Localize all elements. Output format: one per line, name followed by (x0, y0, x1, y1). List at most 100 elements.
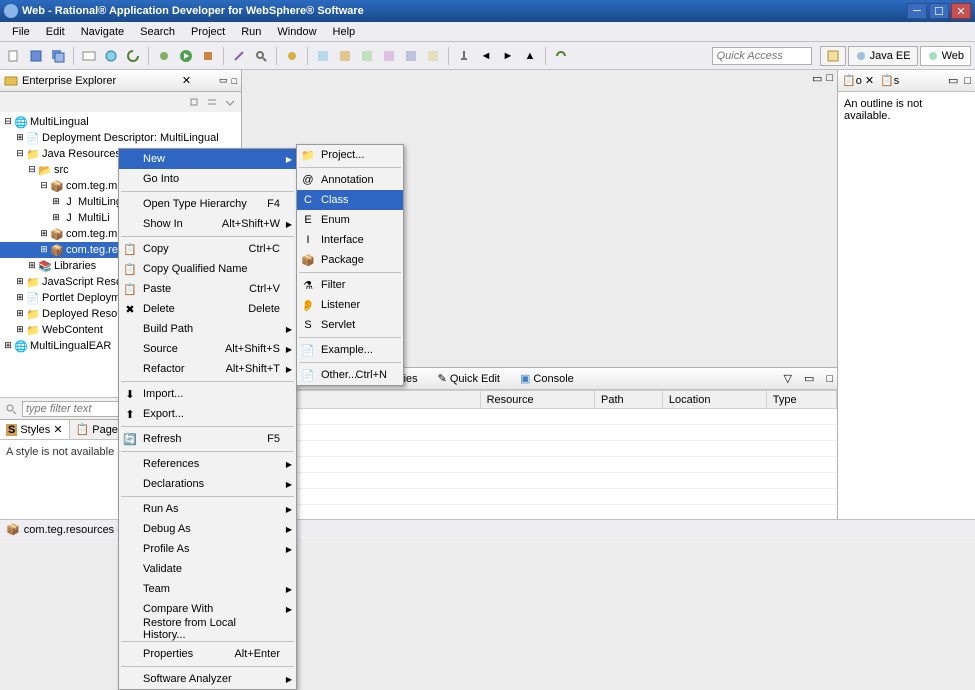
pin-icon[interactable] (454, 46, 474, 66)
maximize-view-icon[interactable]: □ (826, 373, 833, 385)
table-row[interactable] (243, 409, 837, 425)
tool-d-icon[interactable] (357, 46, 377, 66)
tree-deployment-descriptor[interactable]: ⊞📄Deployment Descriptor: MultiLingual (0, 130, 241, 146)
ctx-software-analyzer[interactable]: Software Analyzer▶ (119, 669, 296, 689)
collapse-all-icon[interactable] (205, 95, 219, 109)
close-button[interactable]: ✕ (951, 3, 971, 19)
ctx-compare-with[interactable]: Compare With▶ (119, 599, 296, 619)
twisty-icon[interactable]: ⊞ (2, 341, 14, 351)
tool-f-icon[interactable] (401, 46, 421, 66)
ctx-restore-history[interactable]: Restore from Local History... (119, 619, 296, 639)
tab-styles[interactable]: SStyles✕ (0, 420, 70, 439)
twisty-icon[interactable]: ⊟ (38, 181, 50, 191)
ctx-refactor[interactable]: RefactorAlt+Shift+T▶ (119, 359, 296, 379)
tab-snippets[interactable]: 📋s (880, 74, 899, 87)
ctx-profile-as[interactable]: Profile As▶ (119, 539, 296, 559)
table-row[interactable] (243, 441, 837, 457)
twisty-icon[interactable]: ⊞ (14, 309, 26, 319)
ctx-copy[interactable]: 📋CopyCtrl+C (119, 239, 296, 259)
menu-edit[interactable]: Edit (38, 24, 73, 40)
view-max-icon[interactable]: □ (232, 76, 237, 86)
ctx-debug-as[interactable]: Debug As▶ (119, 519, 296, 539)
ctx-properties[interactable]: PropertiesAlt+Enter (119, 644, 296, 664)
ctx-refresh[interactable]: 🔄RefreshF5 (119, 429, 296, 449)
col-location[interactable]: Location (662, 391, 766, 409)
enterprise-explorer-tab[interactable]: Enterprise Explorer ✕ ▭ □ (0, 70, 241, 92)
new-icon[interactable] (4, 46, 24, 66)
twisty-icon[interactable]: ⊟ (26, 165, 38, 175)
ctx-run-as[interactable]: Run As▶ (119, 499, 296, 519)
new-other[interactable]: 📄Other...Ctrl+N (297, 365, 403, 385)
ctx-validate[interactable]: Validate (119, 559, 296, 579)
nav-fwd-icon[interactable]: ► (498, 46, 518, 66)
ctx-export[interactable]: ⬆Export... (119, 404, 296, 424)
explorer-close-icon[interactable]: ✕ (182, 74, 191, 87)
ctx-build-path[interactable]: Build Path▶ (119, 319, 296, 339)
run-icon[interactable] (176, 46, 196, 66)
ctx-open-type-hierarchy[interactable]: Open Type HierarchyF4 (119, 194, 296, 214)
new-example[interactable]: 📄Example... (297, 340, 403, 360)
console-icon[interactable] (79, 46, 99, 66)
ctx-show-in[interactable]: Show InAlt+Shift+W▶ (119, 214, 296, 234)
perspective-web[interactable]: Web (920, 46, 971, 66)
twisty-icon[interactable]: ⊞ (14, 277, 26, 287)
twisty-icon[interactable]: ⊞ (14, 293, 26, 303)
ctx-delete[interactable]: ✖DeleteDelete (119, 299, 296, 319)
ctx-references[interactable]: References▶ (119, 454, 296, 474)
tab-outline[interactable]: 📋o ✕ (842, 74, 874, 87)
search-icon[interactable] (251, 46, 271, 66)
table-row[interactable] (243, 457, 837, 473)
menu-project[interactable]: Project (183, 24, 233, 40)
twisty-icon[interactable]: ⊞ (14, 133, 26, 143)
tool-c-icon[interactable] (335, 46, 355, 66)
nav-up-icon[interactable]: ▲ (520, 46, 540, 66)
twisty-icon[interactable]: ⊞ (50, 213, 62, 223)
twisty-icon[interactable]: ⊞ (26, 261, 38, 271)
maximize-button[interactable]: ☐ (929, 3, 949, 19)
open-perspective-button[interactable] (820, 46, 846, 66)
table-row[interactable] (243, 425, 837, 441)
new-annotation[interactable]: @Annotation (297, 170, 403, 190)
table-row[interactable] (243, 489, 837, 505)
ctx-team[interactable]: Team▶ (119, 579, 296, 599)
tool-a-icon[interactable] (282, 46, 302, 66)
new-servlet[interactable]: SServlet (297, 315, 403, 335)
minimize-button[interactable]: ─ (907, 3, 927, 19)
table-row[interactable] (243, 473, 837, 489)
save-all-icon[interactable] (48, 46, 68, 66)
search-icon[interactable] (4, 402, 18, 416)
menu-run[interactable]: Run (233, 24, 269, 40)
view-menu-icon[interactable]: ▽ (783, 372, 791, 385)
save-icon[interactable] (26, 46, 46, 66)
maximize-view-icon[interactable]: □ (964, 75, 971, 87)
ctx-copy-qualified[interactable]: 📋Copy Qualified Name (119, 259, 296, 279)
new-class[interactable]: CClass (297, 190, 403, 210)
twisty-icon[interactable]: ⊟ (2, 117, 14, 127)
view-menu-icon[interactable] (223, 95, 237, 109)
debug-icon[interactable] (154, 46, 174, 66)
menu-navigate[interactable]: Navigate (73, 24, 132, 40)
menu-search[interactable]: Search (132, 24, 183, 40)
ctx-import[interactable]: ⬇Import... (119, 384, 296, 404)
close-icon[interactable]: ✕ (53, 423, 62, 436)
col-resource[interactable]: Resource (480, 391, 594, 409)
new-enum[interactable]: EEnum (297, 210, 403, 230)
ctx-new[interactable]: New▶ (119, 149, 296, 169)
menu-help[interactable]: Help (325, 24, 364, 40)
menu-window[interactable]: Window (269, 24, 324, 40)
ctx-paste[interactable]: 📋PasteCtrl+V (119, 279, 296, 299)
new-listener[interactable]: 👂Listener (297, 295, 403, 315)
browser-icon[interactable] (101, 46, 121, 66)
nav-back-icon[interactable]: ◄ (476, 46, 496, 66)
col-type[interactable]: Type (766, 391, 836, 409)
maximize-view-icon[interactable]: □ (826, 72, 833, 85)
problems-table[interactable]: Resource Path Location Type (242, 390, 837, 519)
new-package[interactable]: 📦Package (297, 250, 403, 270)
ctx-declarations[interactable]: Declarations▶ (119, 474, 296, 494)
new-interface[interactable]: IInterface (297, 230, 403, 250)
ext-tools-icon[interactable] (198, 46, 218, 66)
redo-icon[interactable] (551, 46, 571, 66)
refresh-icon[interactable] (123, 46, 143, 66)
tool-g-icon[interactable] (423, 46, 443, 66)
quick-access-input[interactable] (712, 47, 812, 65)
